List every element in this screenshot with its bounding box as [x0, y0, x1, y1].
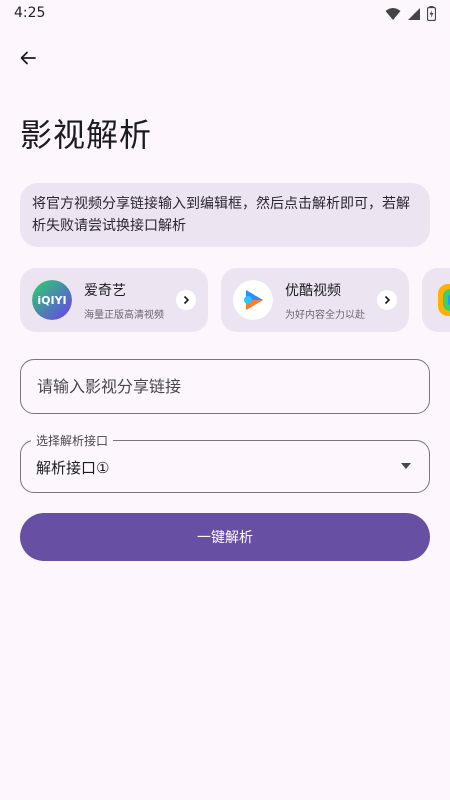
- page-title: 影视解析: [20, 116, 153, 154]
- parse-button[interactable]: 一键解析: [20, 513, 430, 561]
- platform-card-partial[interactable]: [422, 268, 450, 332]
- platform-name: 爱奇艺: [84, 283, 126, 299]
- chevron-right-icon[interactable]: [377, 290, 397, 310]
- select-label: 选择解析接口: [31, 432, 114, 449]
- iqiyi-logo-icon: iQIYI: [32, 280, 72, 320]
- arrow-back-icon: [20, 51, 36, 65]
- platform-subtitle: 为好内容全力以赴: [285, 310, 365, 321]
- platform-card-youku[interactable]: 优酷视频 为好内容全力以赴: [221, 268, 409, 332]
- svg-text:iQIYI: iQIYI: [37, 294, 66, 307]
- youku-logo-icon: [233, 280, 273, 320]
- link-input[interactable]: [20, 359, 430, 414]
- platform-row[interactable]: iQIYI 爱奇艺 海量正版高清视频 优酷视频 为好内容全力以赴: [20, 268, 450, 332]
- status-bar: 4:25: [0, 0, 450, 28]
- chevron-right-icon[interactable]: [176, 290, 196, 310]
- info-card: 将官方视频分享链接输入到编辑框，然后点击解析即可，若解析失败请尝试换接口解析: [20, 183, 430, 247]
- signal-icon: [408, 7, 420, 20]
- status-icons: [385, 6, 436, 21]
- wifi-icon: [385, 7, 401, 20]
- back-button[interactable]: [12, 42, 44, 74]
- platform-name: 优酷视频: [285, 283, 341, 299]
- platform-subtitle: 海量正版高清视频: [84, 310, 164, 321]
- battery-icon: [427, 6, 436, 21]
- select-value: 解析接口①: [36, 459, 110, 477]
- dropdown-arrow-icon: [401, 463, 411, 469]
- tencent-video-logo-icon: [434, 280, 450, 320]
- info-text: 将官方视频分享链接输入到编辑框，然后点击解析即可，若解析失败请尝试换接口解析: [32, 196, 410, 234]
- platform-card-iqiyi[interactable]: iQIYI 爱奇艺 海量正版高清视频: [20, 268, 208, 332]
- interface-select[interactable]: 选择解析接口 解析接口①: [20, 432, 430, 493]
- status-time: 4:25: [14, 5, 46, 21]
